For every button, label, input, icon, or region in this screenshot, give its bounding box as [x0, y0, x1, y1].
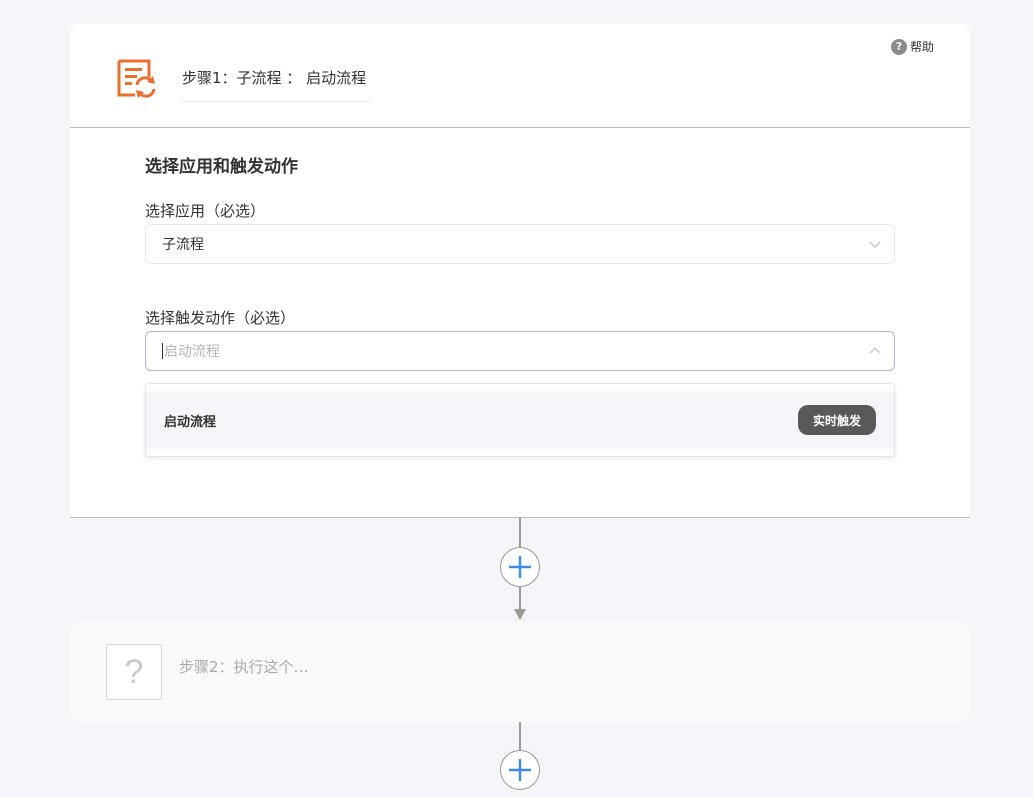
text-cursor [162, 343, 163, 359]
flow-connector [519, 722, 521, 752]
step2-title: 步骤2：执行这个… [179, 658, 309, 676]
step1-card: 步骤1：子流程 ： 启动流程 ? 帮助 选择应用和触发动作 选择应用（必选） 子… [70, 24, 970, 518]
add-step-button[interactable] [500, 547, 540, 587]
dropdown-option-label: 启动流程 [164, 414, 217, 430]
section-title: 选择应用和触发动作 [145, 157, 298, 177]
dropdown-option[interactable]: 启动流程 实时触发 [146, 391, 894, 449]
chevron-up-icon [869, 347, 881, 354]
step1-header: 步骤1：子流程 ： 启动流程 ? 帮助 [70, 24, 970, 128]
help-label: 帮助 [909, 40, 934, 54]
step2-card[interactable]: ? 步骤2：执行这个… [70, 622, 970, 722]
trigger-dropdown: 启动流程 实时触发 [145, 383, 895, 457]
app-field-label: 选择应用（必选） [145, 202, 266, 220]
trigger-field-label: 选择触发动作（必选） [145, 309, 296, 327]
help-link[interactable]: ? 帮助 [890, 38, 934, 55]
arrow-down-icon [514, 609, 526, 620]
flow-connector [519, 518, 521, 548]
question-circle-icon: ? [890, 38, 907, 55]
trigger-select[interactable]: 启动流程 [145, 331, 895, 371]
flow-connector [519, 587, 521, 611]
add-step-button[interactable] [500, 750, 540, 790]
realtime-trigger-badge: 实时触发 [797, 405, 876, 435]
plus-icon [509, 759, 531, 781]
app-select[interactable]: 子流程 [145, 224, 895, 264]
chevron-down-icon [869, 241, 881, 248]
question-mark-icon: ? [106, 644, 162, 700]
subflow-refresh-icon [117, 59, 156, 98]
trigger-select-placeholder: 启动流程 [164, 344, 220, 360]
app-select-value: 子流程 [162, 237, 204, 253]
plus-icon [509, 556, 531, 578]
step1-title: 步骤1：子流程 ： 启动流程 [182, 66, 370, 102]
